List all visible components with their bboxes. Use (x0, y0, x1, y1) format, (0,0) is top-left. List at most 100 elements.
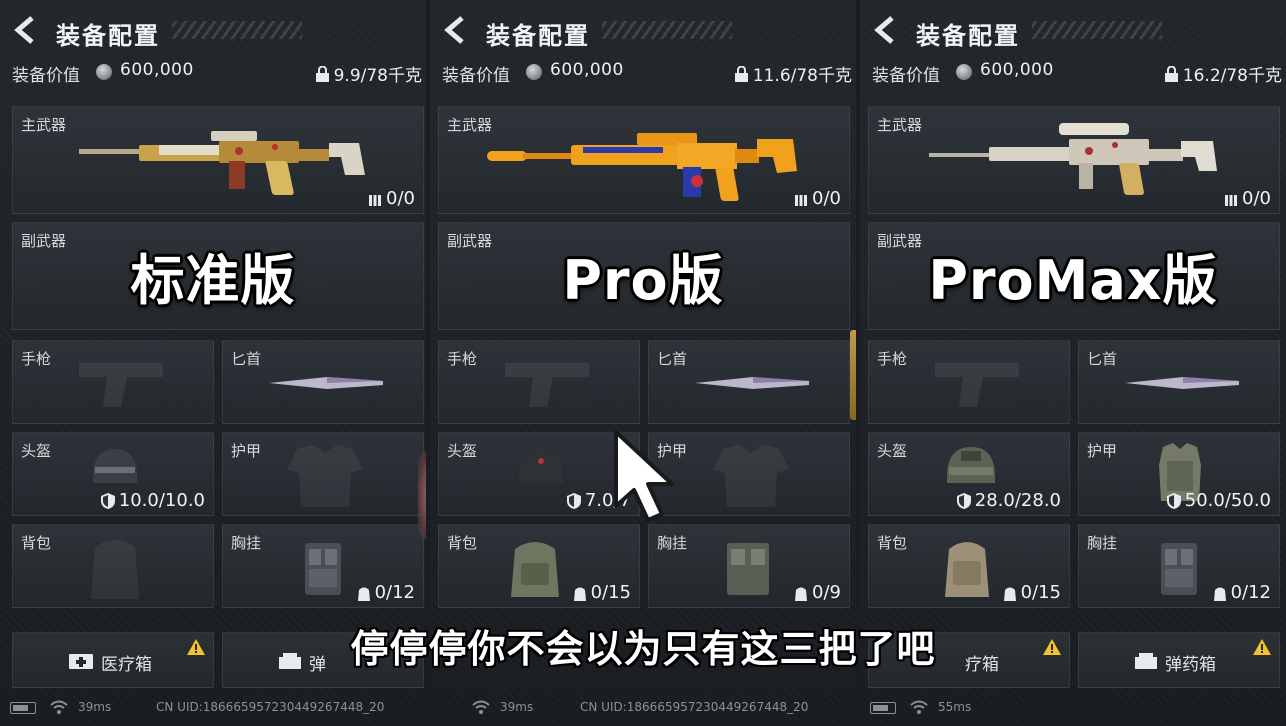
rifle-icon (79, 131, 365, 195)
backpack-placeholder-icon (91, 540, 139, 599)
backpack-slot[interactable]: 背包 (12, 524, 214, 608)
chest-rig-slot[interactable]: 胸挂 0/9 (648, 524, 850, 608)
edge-highlight (418, 450, 426, 540)
video-subtitle: 停停停你不会以为只有这三把了吧 (350, 627, 936, 671)
knife-slot[interactable]: 匕首 (222, 340, 424, 424)
slot-label: 匕首 (657, 350, 688, 368)
user-id: CN UID:18666595723044926744​8_20 (580, 700, 809, 714)
edge-tab (850, 330, 856, 420)
chest-rig-icon (1161, 543, 1197, 595)
ammo-count: 0/0 (794, 188, 841, 209)
slot-label: 背包 (877, 534, 908, 552)
ammo-count: 0/0 (368, 188, 415, 209)
top-bar: 装备配置 (860, 0, 1286, 58)
slot-label: 胸挂 (657, 534, 688, 552)
shield-icon (100, 492, 115, 509)
helmet-icon (519, 449, 563, 483)
weight-value: 11.6/78千克 (752, 66, 852, 86)
weight-readout: 9.9/78千克 (315, 61, 422, 86)
armor-slot[interactable]: 护甲 50.0/50.0 (1078, 432, 1280, 516)
ammo-icon (1225, 194, 1238, 206)
lock-icon (1164, 65, 1178, 82)
pistol-slot[interactable]: 手枪 (868, 340, 1070, 424)
slot-label: 胸挂 (231, 534, 262, 552)
knife-slot[interactable]: 匕首 (1078, 340, 1280, 424)
battery-icon (10, 702, 36, 714)
backpack-capacity-icon (573, 587, 586, 601)
armor-slot[interactable]: 护甲 (222, 432, 424, 516)
weight-value: 16.2/78千克 (1182, 66, 1282, 86)
coin-icon (526, 64, 542, 80)
top-bar: 装备配置 (430, 0, 856, 58)
page-title: 装备配置 (916, 22, 1020, 50)
title-stripes (602, 21, 732, 39)
slot-label: 手枪 (21, 350, 52, 368)
durability: 10.0/10.0 (100, 490, 205, 511)
backpack-slot[interactable]: 背包 0/15 (438, 524, 640, 608)
rifle-icon (929, 123, 1217, 195)
title-stripes (172, 21, 302, 39)
ping-readout: 55ms (938, 700, 972, 714)
ammo-count-value: 0/0 (1242, 188, 1271, 209)
chest-rig-icon (305, 543, 341, 595)
slot-label: 匕首 (1087, 350, 1118, 368)
backpack-capacity-icon (795, 587, 808, 601)
capacity-value: 0/12 (374, 582, 415, 603)
wifi-icon (472, 700, 490, 714)
backpack-capacity-icon (357, 587, 370, 601)
capacity: 0/12 (357, 582, 415, 603)
ping-readout: 39ms (78, 700, 112, 714)
helmet-slot[interactable]: 头盔 28.0/28.0 (868, 432, 1070, 516)
armor-slot[interactable]: 护甲 (648, 432, 850, 516)
backpack-capacity-icon (1213, 587, 1226, 601)
backpack-slot[interactable]: 背包 0/15 (868, 524, 1070, 608)
value-row: 装备价值 600,000 11.6/78千克 (442, 60, 856, 86)
capacity-value: 0/9 (812, 582, 841, 603)
helmet-slot[interactable]: 头盔 10.0/10.0 (12, 432, 214, 516)
back-arrow-icon[interactable] (10, 14, 42, 46)
durability: 28.0/28.0 (956, 490, 1061, 511)
back-arrow-icon[interactable] (440, 14, 472, 46)
helmet-icon (93, 449, 137, 483)
status-bar: 39ms CN UID:18666595723044926744​8_20 (0, 696, 426, 720)
shield-icon (956, 492, 971, 509)
capacity: 0/12 (1213, 582, 1271, 603)
ammo-count: 0/0 (1224, 188, 1271, 209)
value-label: 装备价值 (872, 66, 940, 86)
durability: 50.0/50.0 (1166, 490, 1271, 511)
primary-weapon-slot[interactable]: 主武器 0/0 (12, 106, 424, 214)
lock-icon (315, 65, 329, 82)
ping-readout: 39ms (500, 700, 534, 714)
pistol-slot[interactable]: 手枪 (12, 340, 214, 424)
helmet-icon (947, 447, 995, 483)
ammo-count-value: 0/0 (386, 188, 415, 209)
value-amount: 600,000 (120, 60, 194, 80)
coin-icon (96, 64, 112, 80)
slot-label: 护甲 (1087, 442, 1118, 460)
helmet-slot[interactable]: 头盔 7.0/7 (438, 432, 640, 516)
backpack-capacity-icon (1003, 587, 1016, 601)
ammo-count-value: 0/0 (812, 188, 841, 209)
user-id: CN UID:18666595723044926744​8_20 (156, 700, 385, 714)
durability-value: 50.0/50.0 (1184, 490, 1271, 511)
value-label: 装备价值 (442, 66, 510, 86)
capacity-value: 0/15 (1020, 582, 1061, 603)
edition-caption: Pro版 (562, 249, 724, 312)
knife-slot[interactable]: 匕首 (648, 340, 850, 424)
page-title: 装备配置 (486, 22, 590, 50)
chest-rig-slot[interactable]: 胸挂 0/12 (1078, 524, 1280, 608)
armor-placeholder-icon (713, 445, 789, 507)
slot-label: 主武器 (21, 116, 67, 134)
cursor-arrow-icon (614, 430, 674, 522)
value-label: 装备价值 (12, 66, 80, 86)
primary-weapon-slot[interactable]: 主武器 0/0 (438, 106, 850, 214)
chest-rig-slot[interactable]: 胸挂 0/12 (222, 524, 424, 608)
shield-icon (1166, 492, 1181, 509)
capacity: 0/15 (1003, 582, 1061, 603)
pistol-slot[interactable]: 手枪 (438, 340, 640, 424)
back-arrow-icon[interactable] (870, 14, 902, 46)
primary-weapon-slot[interactable]: 主武器 0/0 (868, 106, 1280, 214)
knife-icon (1125, 377, 1239, 389)
page-title: 装备配置 (56, 22, 160, 50)
status-bar: 39ms CN UID:18666595723044926744​8_20 (430, 696, 856, 720)
